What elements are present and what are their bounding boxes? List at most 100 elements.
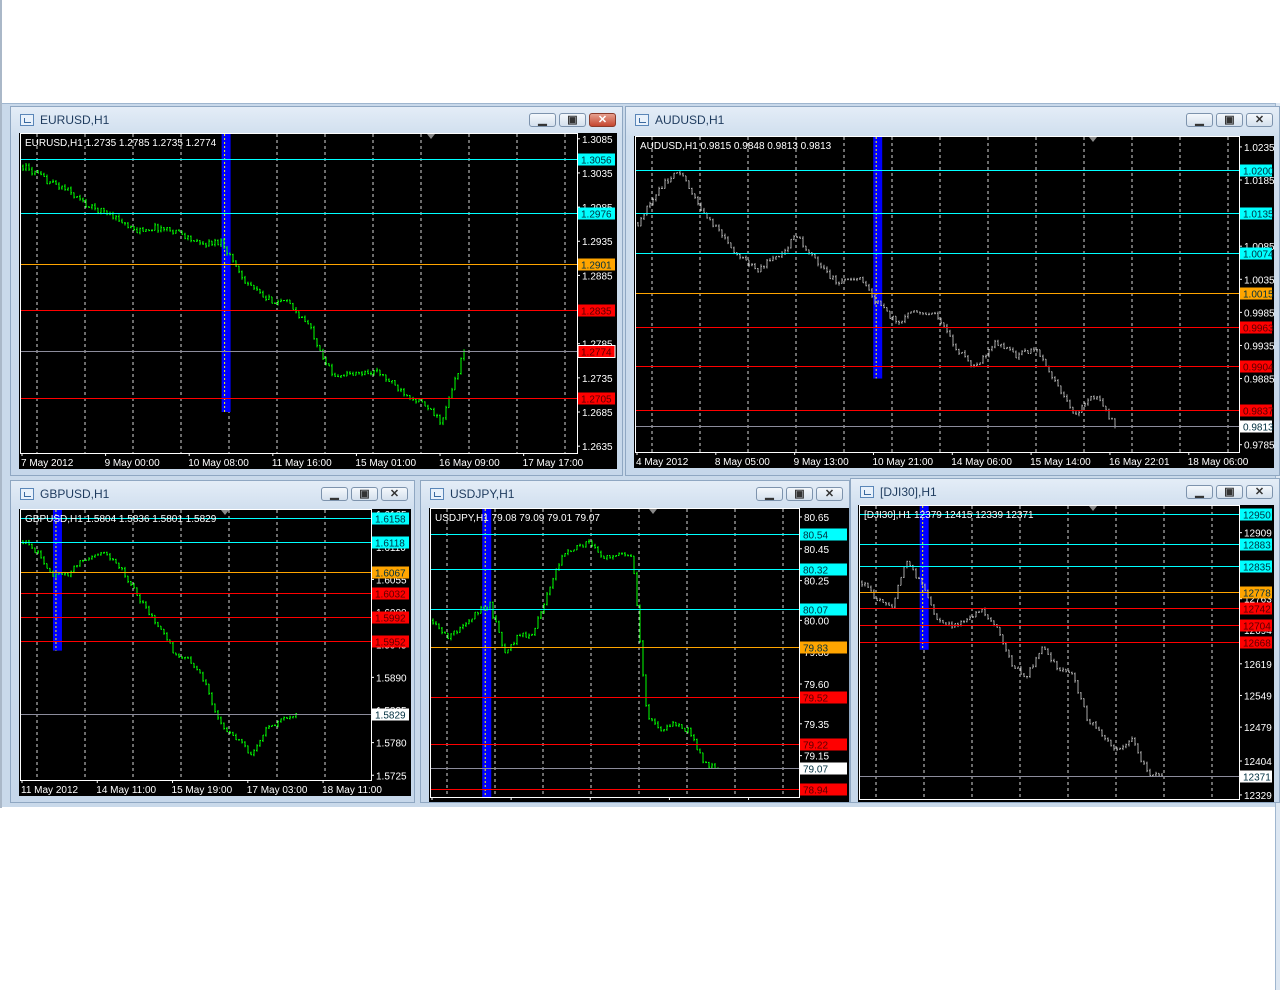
close-button[interactable]: ✕ <box>381 487 408 501</box>
title-bar[interactable]: USDJPY,H1 ▁ ▣ ✕ <box>421 481 849 507</box>
level-price-label: 0.9963 <box>1243 324 1274 335</box>
period-highlight <box>919 506 929 650</box>
close-icon: ✕ <box>389 488 400 500</box>
close-button[interactable]: ✕ <box>1246 485 1273 499</box>
price-tick-label: 12329 <box>1244 791 1272 802</box>
window-title: GBPUSD,H1 <box>40 487 110 501</box>
price-tick-label: 12404 <box>1244 757 1272 768</box>
time-label: 14 May 04:00 <box>510 802 571 803</box>
time-label: 15 May 01:00 <box>355 458 416 469</box>
level-price-label: 12371 <box>1243 773 1271 784</box>
time-label: 9 May 13:00 <box>794 457 849 468</box>
chart-window-gbpusd[interactable]: GBPUSD,H1 ▁ ▣ ✕ 1.61651.61101.60551.6000… <box>10 480 415 803</box>
minimize-icon: ▁ <box>1195 114 1204 126</box>
close-icon: ✕ <box>1254 114 1265 126</box>
chart-shift-marker[interactable] <box>1089 506 1097 511</box>
chart-shift-marker[interactable] <box>1089 137 1097 142</box>
maximize-button[interactable]: ▣ <box>786 487 813 501</box>
title-bar[interactable]: GBPUSD,H1 ▁ ▣ ✕ <box>11 481 414 507</box>
chart-info-label: GBPUSD,H1 1.5804 1.5836 1.5801 1.5829 <box>25 514 217 525</box>
level-price-label: 1.6067 <box>375 569 406 580</box>
level-price-label: 12778 <box>1243 589 1271 600</box>
level-price-label: 1.2705 <box>581 395 612 406</box>
time-label: 18 May 06:00 <box>1188 457 1249 468</box>
chart-window-dji30[interactable]: [DJI30],H1 ▁ ▣ ✕ 12909127631269412619125… <box>850 478 1280 803</box>
chart-window-audusd[interactable]: AUDUSD,H1 ▁ ▣ ✕ 1.02351.01851.00851.0035… <box>625 106 1280 476</box>
chart-shift-marker[interactable] <box>221 510 229 515</box>
chart-shift-marker[interactable] <box>649 509 657 514</box>
chart-canvas[interactable]: 1.61651.61101.60551.60001.59451.58901.58… <box>19 509 411 796</box>
price-chart[interactable]: 80.65 80.45 80.25 80.00 79.80 79.60 79.35 79.15… <box>429 508 849 803</box>
chart-window-eurusd[interactable]: EURUSD,H1 ▁ ▣ ✕ 1.30851.30351.29851.2935… <box>10 106 623 476</box>
level-price-label: 1.2835 <box>581 307 612 318</box>
price-tick-label: 1.2635 <box>582 442 613 453</box>
level-price-label: 0.9813 <box>1243 423 1274 434</box>
chart-canvas[interactable]: 1.30851.30351.29851.29351.28851.27851.27… <box>19 133 617 469</box>
price-chart[interactable]: 1290912763126941261912549124791240412329… <box>858 505 1274 803</box>
level-price-label: 1.6158 <box>375 515 406 526</box>
minimize-button[interactable]: ▁ <box>529 113 556 127</box>
level-price-label: 79.22 <box>803 741 828 752</box>
price-tick-label: 0.9985 <box>1244 308 1274 319</box>
close-button[interactable]: ✕ <box>1246 113 1273 127</box>
time-label: 14 May 11:00 <box>96 785 156 796</box>
minimize-icon: ▁ <box>538 114 547 126</box>
price-tick-label: 12909 <box>1244 529 1272 540</box>
maximize-icon: ▣ <box>794 488 805 500</box>
close-icon: ✕ <box>1254 486 1265 498</box>
title-bar[interactable]: AUDUSD,H1 ▁ ▣ ✕ <box>626 107 1279 133</box>
window-title: AUDUSD,H1 <box>655 113 725 127</box>
maximize-button[interactable]: ▣ <box>559 113 586 127</box>
chart-canvas[interactable]: 1.02351.01851.00851.00350.99850.99350.98… <box>634 136 1274 468</box>
price-tick-label: 12549 <box>1244 691 1272 702</box>
close-button[interactable]: ✕ <box>589 113 616 127</box>
window-title: USDJPY,H1 <box>450 487 515 501</box>
chart-canvas[interactable]: 1290912763126941261912549124791240412329… <box>858 505 1274 803</box>
chart-window-icon <box>635 114 649 126</box>
maximize-button[interactable]: ▣ <box>351 487 378 501</box>
price-chart[interactable]: 1.02351.01851.00851.00350.99850.99350.98… <box>634 136 1274 468</box>
price-tick-label: 1.2685 <box>582 408 613 419</box>
minimize-button[interactable]: ▁ <box>321 487 348 501</box>
price-tick-label: 0.9785 <box>1244 441 1274 452</box>
minimize-button[interactable]: ▁ <box>756 487 783 501</box>
minimize-button[interactable]: ▁ <box>1186 113 1213 127</box>
price-tick-label: 1.2735 <box>582 374 613 385</box>
level-price-label: 0.9837 <box>1243 407 1274 418</box>
maximize-icon: ▣ <box>567 114 578 126</box>
time-label: 18 May 04:00 <box>748 802 809 803</box>
price-chart[interactable]: 1.61651.61101.60551.60001.59451.58901.58… <box>19 509 411 796</box>
price-tick-label: 80.25 <box>804 577 829 588</box>
level-price-label: 1.6118 <box>375 539 405 550</box>
chart-canvas[interactable]: 80.6580.4580.2580.0079.8079.6079.3579.15… <box>429 508 849 803</box>
minimize-button[interactable]: ▁ <box>1186 485 1213 499</box>
time-label: 15 May 14:00 <box>1030 457 1091 468</box>
minimize-icon: ▁ <box>765 488 774 500</box>
price-tick-label: 80.00 <box>804 616 829 627</box>
maximize-button[interactable]: ▣ <box>1216 485 1243 499</box>
title-bar[interactable]: EURUSD,H1 ▁ ▣ ✕ <box>11 107 622 133</box>
time-label: 10 May 2012 <box>431 802 489 803</box>
chart-window-icon <box>860 486 874 498</box>
level-price-label: 12742 <box>1243 605 1271 616</box>
level-price-label: 1.2901 <box>581 261 612 272</box>
level-price-label: 1.0015 <box>1243 290 1274 301</box>
price-tick-label: 80.65 <box>804 513 829 524</box>
price-tick-label: 1.5890 <box>376 673 407 684</box>
price-tick-label: 0.9885 <box>1244 375 1274 386</box>
chart-info-label: [DJI30],H1 12379 12415 12339 12371 <box>864 510 1034 521</box>
maximize-button[interactable]: ▣ <box>1216 113 1243 127</box>
close-button[interactable]: ✕ <box>816 487 843 501</box>
time-label: 11 May 16:00 <box>272 458 332 469</box>
chart-window-usdjpy[interactable]: USDJPY,H1 ▁ ▣ ✕ 80.65 80.45 80.25 80.00 79.8… <box>420 480 850 803</box>
title-bar[interactable]: [DJI30],H1 ▁ ▣ ✕ <box>851 479 1279 505</box>
level-price-label: 79.83 <box>803 644 828 655</box>
price-tick-label: 79.15 <box>804 752 829 763</box>
level-price-label: 78.94 <box>803 786 828 797</box>
chart-shift-marker[interactable] <box>427 134 435 139</box>
plot-frame <box>20 509 372 781</box>
price-chart[interactable]: 1.30851.30351.29851.29351.28851.27851.27… <box>19 133 617 469</box>
time-label: 18 May 11:00 <box>322 785 382 796</box>
time-label: 16 May 09:00 <box>439 458 500 469</box>
level-price-label: 1.0074 <box>1243 250 1274 261</box>
